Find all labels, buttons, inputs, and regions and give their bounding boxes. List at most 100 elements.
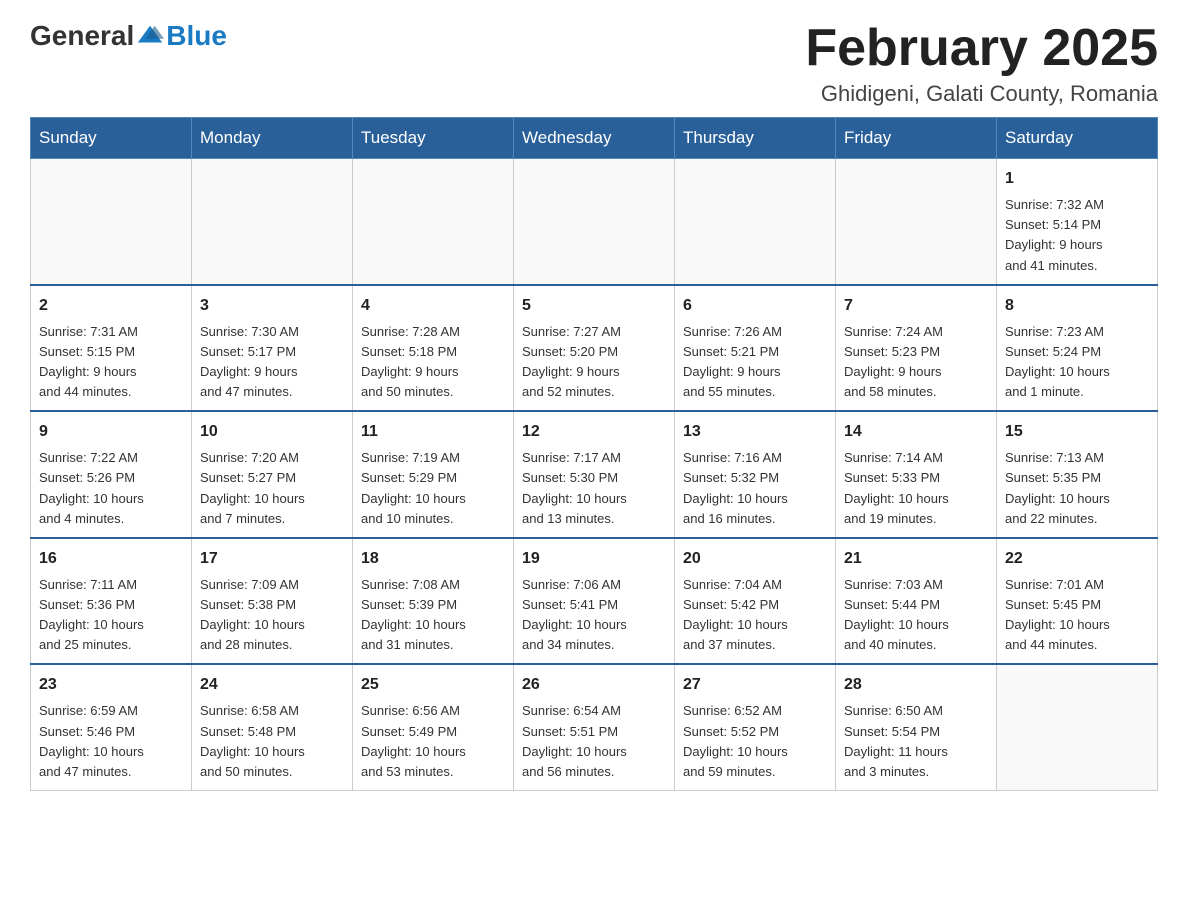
day-number: 25 <box>361 673 505 697</box>
day-number: 8 <box>1005 294 1149 318</box>
day-info: Sunrise: 6:54 AM Sunset: 5:51 PM Dayligh… <box>522 703 627 778</box>
day-number: 3 <box>200 294 344 318</box>
calendar-day-cell: 27Sunrise: 6:52 AM Sunset: 5:52 PM Dayli… <box>675 664 836 790</box>
day-info: Sunrise: 7:26 AM Sunset: 5:21 PM Dayligh… <box>683 324 782 399</box>
calendar-week-row: 9 Sunrise: 7:22 AM Sunset: 5:26 PM Daylig… <box>31 411 1158 538</box>
day-info: Sunrise: 7:16 AM Sunset: 5:32 PM Dayligh… <box>683 450 788 525</box>
day-info: Sunrise: 7:14 AM Sunset: 5:33 PM Dayligh… <box>844 450 949 525</box>
weekday-header-monday: Monday <box>192 118 353 159</box>
day-info: Sunrise: 7:11 AM Sunset: 5:36 PM Dayligh… <box>39 577 144 652</box>
weekday-header-sunday: Sunday <box>31 118 192 159</box>
day-info: Sunrise: 7:20 AM Sunset: 5:27 PM Dayligh… <box>200 450 305 525</box>
calendar-day-cell: 19 Sunrise: 7:06 AM Sunset: 5:41 PM Dayli… <box>514 538 675 665</box>
day-number: 2 <box>39 294 183 318</box>
calendar-day-cell: 6 Sunrise: 7:26 AM Sunset: 5:21 PM Daylig… <box>675 285 836 412</box>
calendar-week-row: 2 Sunrise: 7:31 AM Sunset: 5:15 PM Daylig… <box>31 285 1158 412</box>
title-area: February 2025 Ghidigeni, Galati County, … <box>805 20 1158 107</box>
calendar-week-row: 1 Sunrise: 7:32 AM Sunset: 5:14 PM Daylig… <box>31 159 1158 285</box>
day-number: 17 <box>200 547 344 571</box>
location-subtitle: Ghidigeni, Galati County, Romania <box>805 81 1158 107</box>
weekday-header-tuesday: Tuesday <box>353 118 514 159</box>
day-number: 16 <box>39 547 183 571</box>
calendar-day-cell: 23 Sunrise: 6:59 AM Sunset: 5:46 PM Dayli… <box>31 664 192 790</box>
day-number: 20 <box>683 547 827 571</box>
day-number: 19 <box>522 547 666 571</box>
calendar-day-cell: 9 Sunrise: 7:22 AM Sunset: 5:26 PM Daylig… <box>31 411 192 538</box>
calendar-day-cell: 8 Sunrise: 7:23 AM Sunset: 5:24 PM Daylig… <box>997 285 1158 412</box>
day-info: Sunrise: 7:06 AM Sunset: 5:41 PM Dayligh… <box>522 577 627 652</box>
calendar-day-cell: 16 Sunrise: 7:11 AM Sunset: 5:36 PM Dayli… <box>31 538 192 665</box>
page-header: General Blue February 2025 Ghidigeni, Ga… <box>30 20 1158 107</box>
day-info: Sunrise: 7:27 AM Sunset: 5:20 PM Dayligh… <box>522 324 621 399</box>
calendar-day-cell: 22 Sunrise: 7:01 AM Sunset: 5:45 PM Dayli… <box>997 538 1158 665</box>
weekday-header-saturday: Saturday <box>997 118 1158 159</box>
calendar-day-cell <box>192 159 353 285</box>
calendar-day-cell: 5 Sunrise: 7:27 AM Sunset: 5:20 PM Daylig… <box>514 285 675 412</box>
calendar-day-cell: 7 Sunrise: 7:24 AM Sunset: 5:23 PM Daylig… <box>836 285 997 412</box>
calendar-day-cell <box>836 159 997 285</box>
calendar-day-cell: 18 Sunrise: 7:08 AM Sunset: 5:39 PM Dayli… <box>353 538 514 665</box>
day-number: 10 <box>200 420 344 444</box>
day-number: 9 <box>39 420 183 444</box>
day-number: 15 <box>1005 420 1149 444</box>
weekday-header-row: SundayMondayTuesdayWednesdayThursdayFrid… <box>31 118 1158 159</box>
day-number: 5 <box>522 294 666 318</box>
day-info: Sunrise: 7:13 AM Sunset: 5:35 PM Dayligh… <box>1005 450 1110 525</box>
calendar-day-cell <box>353 159 514 285</box>
weekday-header-thursday: Thursday <box>675 118 836 159</box>
day-info: Sunrise: 7:04 AM Sunset: 5:42 PM Dayligh… <box>683 577 788 652</box>
day-number: 14 <box>844 420 988 444</box>
day-number: 1 <box>1005 167 1149 191</box>
day-info: Sunrise: 6:50 AM Sunset: 5:54 PM Dayligh… <box>844 703 948 778</box>
day-number: 6 <box>683 294 827 318</box>
day-number: 18 <box>361 547 505 571</box>
day-info: Sunrise: 7:01 AM Sunset: 5:45 PM Dayligh… <box>1005 577 1110 652</box>
calendar-day-cell <box>675 159 836 285</box>
logo-general-text: General <box>30 20 134 52</box>
day-number: 23 <box>39 673 183 697</box>
day-info: Sunrise: 6:56 AM Sunset: 5:49 PM Dayligh… <box>361 703 466 778</box>
calendar-day-cell: 1 Sunrise: 7:32 AM Sunset: 5:14 PM Daylig… <box>997 159 1158 285</box>
month-title: February 2025 <box>805 20 1158 77</box>
calendar-day-cell: 3 Sunrise: 7:30 AM Sunset: 5:17 PM Daylig… <box>192 285 353 412</box>
calendar-day-cell <box>514 159 675 285</box>
calendar-day-cell: 14 Sunrise: 7:14 AM Sunset: 5:33 PM Dayli… <box>836 411 997 538</box>
day-number: 12 <box>522 420 666 444</box>
calendar-day-cell <box>997 664 1158 790</box>
calendar-day-cell: 26 Sunrise: 6:54 AM Sunset: 5:51 PM Dayli… <box>514 664 675 790</box>
day-info: Sunrise: 7:09 AM Sunset: 5:38 PM Dayligh… <box>200 577 305 652</box>
day-number: 22 <box>1005 547 1149 571</box>
day-number: 24 <box>200 673 344 697</box>
day-number: 7 <box>844 294 988 318</box>
calendar-day-cell <box>31 159 192 285</box>
day-info: Sunrise: 7:24 AM Sunset: 5:23 PM Dayligh… <box>844 324 943 399</box>
weekday-header-wednesday: Wednesday <box>514 118 675 159</box>
day-info: Sunrise: 7:32 AM Sunset: 5:14 PM Dayligh… <box>1005 197 1104 272</box>
day-info: Sunrise: 7:28 AM Sunset: 5:18 PM Dayligh… <box>361 324 460 399</box>
calendar-day-cell: 15 Sunrise: 7:13 AM Sunset: 5:35 PM Dayli… <box>997 411 1158 538</box>
calendar-day-cell: 25 Sunrise: 6:56 AM Sunset: 5:49 PM Dayli… <box>353 664 514 790</box>
calendar-day-cell: 12Sunrise: 7:17 AM Sunset: 5:30 PM Dayli… <box>514 411 675 538</box>
day-info: Sunrise: 7:22 AM Sunset: 5:26 PM Dayligh… <box>39 450 144 525</box>
day-info: Sunrise: 7:30 AM Sunset: 5:17 PM Dayligh… <box>200 324 299 399</box>
day-number: 21 <box>844 547 988 571</box>
day-info: Sunrise: 7:23 AM Sunset: 5:24 PM Dayligh… <box>1005 324 1110 399</box>
day-info: Sunrise: 6:52 AM Sunset: 5:52 PM Dayligh… <box>683 703 788 778</box>
calendar-day-cell: 21 Sunrise: 7:03 AM Sunset: 5:44 PM Dayli… <box>836 538 997 665</box>
logo: General Blue <box>30 20 227 52</box>
day-number: 28 <box>844 673 988 697</box>
day-info: Sunrise: 7:03 AM Sunset: 5:44 PM Dayligh… <box>844 577 949 652</box>
calendar-week-row: 23 Sunrise: 6:59 AM Sunset: 5:46 PM Dayli… <box>31 664 1158 790</box>
day-number: 13 <box>683 420 827 444</box>
day-info: Sunrise: 7:31 AM Sunset: 5:15 PM Dayligh… <box>39 324 138 399</box>
day-info: Sunrise: 6:58 AM Sunset: 5:48 PM Dayligh… <box>200 703 305 778</box>
day-number: 26 <box>522 673 666 697</box>
day-info: Sunrise: 7:08 AM Sunset: 5:39 PM Dayligh… <box>361 577 466 652</box>
calendar-day-cell: 11 Sunrise: 7:19 AM Sunset: 5:29 PM Dayli… <box>353 411 514 538</box>
logo-icon <box>136 22 164 50</box>
day-number: 11 <box>361 420 505 444</box>
calendar-day-cell: 28 Sunrise: 6:50 AM Sunset: 5:54 PM Dayli… <box>836 664 997 790</box>
day-info: Sunrise: 6:59 AM Sunset: 5:46 PM Dayligh… <box>39 703 144 778</box>
calendar-day-cell: 2 Sunrise: 7:31 AM Sunset: 5:15 PM Daylig… <box>31 285 192 412</box>
day-info: Sunrise: 7:19 AM Sunset: 5:29 PM Dayligh… <box>361 450 466 525</box>
